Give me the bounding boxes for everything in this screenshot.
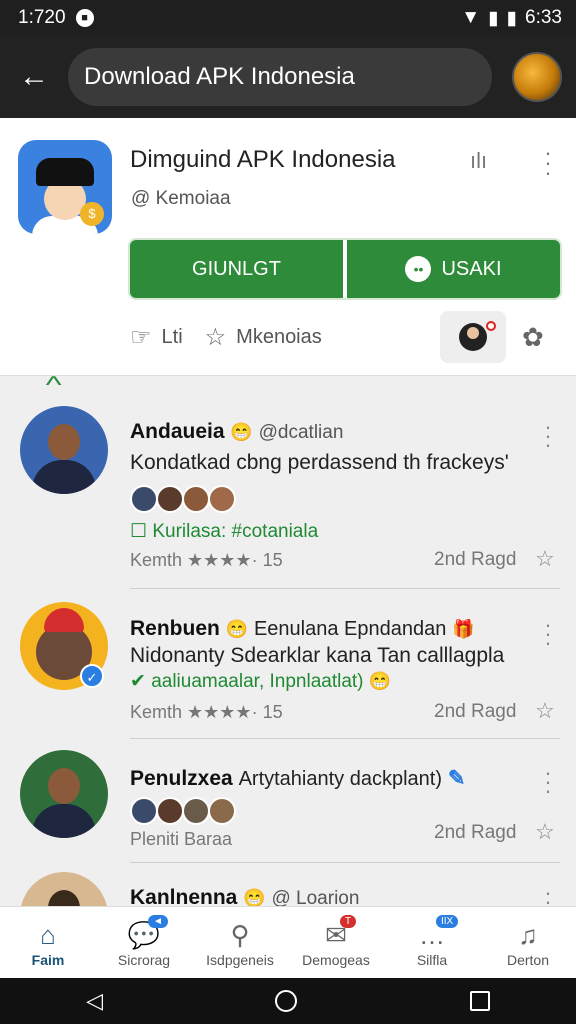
- checkbox-icon: ☐: [130, 521, 148, 542]
- secondary-button-label: USAKI: [441, 257, 502, 280]
- post-rank: 2nd Ragd: [434, 549, 517, 570]
- divider: [130, 588, 560, 589]
- user-avatar-chip[interactable]: [440, 311, 506, 363]
- bell-icon: ♫: [518, 919, 538, 950]
- twitter-icon: ✔: [130, 671, 146, 692]
- post-body: Nidonanty Sdearklar kana Tan calllagpla: [130, 644, 505, 667]
- grin-emoji-icon: 😁: [225, 619, 249, 639]
- grin-emoji-icon: 😁: [230, 422, 253, 442]
- like-label: Lti: [161, 326, 183, 348]
- nav-label: Derton: [506, 951, 550, 968]
- nav-badge: IIX: [436, 915, 459, 928]
- bottom-nav: ⌂ Faim 💬 ◄ Sicrorag ⚲ Isdpgeneis ✉ T Dem…: [0, 906, 576, 978]
- thumbs-up-icon: ☞: [130, 324, 152, 351]
- post-meta: Kemth ★★★★· 15: [130, 702, 283, 722]
- app-developer: @ Kemoiaa: [131, 188, 231, 209]
- status-time: 1:720: [18, 7, 66, 28]
- star-icon[interactable]: ☆: [535, 819, 555, 845]
- nav-label: Isdpgeneis: [206, 951, 274, 968]
- rate-action[interactable]: ☆ Mkenoias: [205, 323, 322, 352]
- avatar: [20, 750, 108, 838]
- back-triangle-icon[interactable]: ◁: [86, 988, 103, 1014]
- secondary-button[interactable]: •• USAKI: [347, 240, 560, 298]
- nav-label: Silfla: [416, 951, 448, 968]
- post-tag-link[interactable]: ✔ aaliuamaalar, Inpnlaatlat) 😁: [130, 670, 391, 693]
- chat-dots-icon: ••: [405, 256, 432, 282]
- divider: [130, 738, 560, 739]
- rate-label: Mkenoias: [236, 326, 322, 348]
- home-circle-icon[interactable]: [275, 990, 298, 1012]
- app-icon: $: [18, 140, 112, 234]
- reactor-avatars[interactable]: [130, 797, 236, 825]
- gift-emoji-icon: 🎁: [452, 619, 475, 639]
- avatar: [459, 323, 487, 351]
- nav-label: Sicrorag: [117, 951, 171, 968]
- reactor-avatars[interactable]: [130, 485, 236, 513]
- battery-icon: ▮: [506, 7, 518, 29]
- post-rank: 2nd Ragd: [434, 701, 517, 722]
- more-vert-icon[interactable]: ···: [540, 762, 556, 802]
- post-body: Kondatkad cbng perdassend th frackeys': [130, 451, 509, 474]
- more-vert-icon[interactable]: ···: [538, 142, 558, 184]
- nav-notifications[interactable]: ♫ Derton: [480, 907, 576, 978]
- search-icon: ⚲: [230, 919, 250, 950]
- star-icon[interactable]: ☆: [535, 546, 555, 572]
- screen: 1:720 ■ ▼ ▮ ▮ 6:33 ← Download APK Indone…: [0, 0, 576, 1024]
- post-tag-link[interactable]: ☐ Kurilasa: #cotaniala: [130, 520, 318, 543]
- profile-avatar[interactable]: [512, 52, 562, 102]
- avatar: [20, 406, 108, 494]
- nav-inbox[interactable]: ✉ T Demogeas: [288, 907, 384, 978]
- recents-square-icon[interactable]: [469, 991, 490, 1011]
- verified-icon: ✓: [80, 664, 104, 688]
- star-icon: ☆: [204, 324, 227, 351]
- wifi-icon: ▼: [461, 7, 481, 28]
- primary-button[interactable]: GIUNLGT: [130, 240, 343, 298]
- action-buttons: GIUNLGT •• USAKI: [128, 238, 562, 300]
- nav-label: Demogeas: [302, 951, 370, 968]
- post-meta: Kemth ★★★★· 15: [130, 550, 283, 570]
- nav-badge: T: [340, 915, 357, 928]
- nav-search[interactable]: ⚲ Isdpgeneis: [192, 907, 288, 978]
- nav-badge: ◄: [148, 915, 168, 928]
- post-author: Andaueia 😁 @dcatlian: [130, 420, 344, 443]
- settings-icon[interactable]: ✿: [522, 322, 544, 353]
- chevron-up-icon[interactable]: ^: [46, 372, 62, 400]
- home-icon: ⌂: [40, 919, 56, 950]
- nav-home[interactable]: ⌂ Faim: [0, 907, 96, 978]
- post-author: Renbuen 😁 Eenulana Epndandan 🎁: [130, 617, 475, 640]
- post-author: Penulzxea Artytahianty dackplant) ✎: [130, 767, 466, 790]
- more-vert-icon[interactable]: ···: [540, 614, 556, 654]
- pencil-icon: ✎: [447, 767, 466, 790]
- notification-dot: [486, 321, 496, 331]
- grin-emoji-icon: 😁: [368, 671, 392, 691]
- app-bar: ← Download APK Indonesia: [0, 36, 576, 118]
- more-vert-icon[interactable]: ···: [540, 416, 556, 456]
- nav-label: Faim: [31, 951, 65, 968]
- card-actions: ☞ Lti ☆ Mkenoias: [130, 323, 344, 352]
- nav-chat[interactable]: 💬 ◄ Sicrorag: [96, 907, 192, 978]
- nav-messages[interactable]: … IIX Silfla: [384, 907, 480, 978]
- divider: [130, 862, 560, 863]
- post-meta: Pleniti Baraa: [130, 829, 233, 849]
- status-bar: 1:720 ■ ▼ ▮ ▮ 6:33: [0, 0, 576, 36]
- star-icon[interactable]: ☆: [535, 698, 555, 724]
- search-text: Download APK Indonesia: [84, 63, 355, 90]
- stats-icon[interactable]: ılı: [470, 148, 487, 174]
- system-nav-bar: ◁: [0, 978, 576, 1024]
- like-action[interactable]: ☞ Lti: [130, 323, 183, 352]
- primary-button-label: GIUNLGT: [192, 257, 281, 280]
- coin-icon: $: [80, 202, 104, 226]
- app-title: Dimguind APK Indonesia: [130, 146, 396, 173]
- app-card: $ Dimguind APK Indonesia @ Kemoiaa ılı ·…: [0, 118, 576, 376]
- status-clock: 6:33: [525, 7, 562, 28]
- post-rank: 2nd Ragd: [434, 822, 517, 843]
- lock-icon: ■: [75, 9, 94, 27]
- signal-icon: ▮: [488, 7, 499, 29]
- back-arrow-icon[interactable]: ←: [14, 57, 54, 97]
- search-input[interactable]: Download APK Indonesia: [68, 48, 492, 106]
